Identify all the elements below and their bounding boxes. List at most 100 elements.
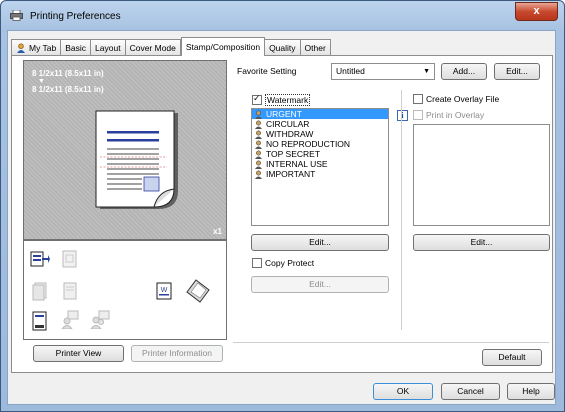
- ok-button[interactable]: OK: [373, 383, 433, 400]
- tab-label: Layout: [95, 42, 121, 53]
- watermark-stamp-icon: [255, 140, 262, 149]
- add-favorite-button[interactable]: Add...: [441, 63, 487, 80]
- button-label: OK: [396, 386, 410, 396]
- watermark-function-icon[interactable]: W: [154, 281, 174, 301]
- print-in-overlay-label: Print in Overlay: [426, 110, 485, 120]
- watermark-stamp-icon: [255, 110, 262, 119]
- tab-strip: My Tab Basic Layout Cover Mode Stamp/Com…: [11, 37, 331, 56]
- watermark-name: WITHDRAW: [266, 129, 314, 139]
- paper-feed-icon[interactable]: [30, 249, 50, 269]
- edit-watermark-button[interactable]: Edit...: [251, 234, 389, 251]
- overlay-function-icon[interactable]: [186, 279, 210, 303]
- favorite-setting-label: Favorite Setting: [237, 66, 297, 76]
- favorite-icon: [17, 43, 25, 53]
- button-label: Edit...: [470, 237, 493, 247]
- button-label: Help: [522, 386, 540, 396]
- copy-protect-label: Copy Protect: [265, 258, 315, 268]
- fold-icon: [63, 282, 77, 300]
- watermark-list-item[interactable]: CIRCULAR: [252, 119, 388, 129]
- tab-cover-mode[interactable]: Cover Mode: [125, 39, 181, 56]
- tab-label: Other: [304, 42, 326, 53]
- account-track-icon: [90, 310, 110, 329]
- watermark-list-item[interactable]: TOP SECRET: [252, 149, 388, 159]
- watermark-list-item[interactable]: NO REPRODUCTION: [252, 139, 388, 149]
- watermark-list-item[interactable]: INTERNAL USE: [252, 159, 388, 169]
- checkbox-box: [252, 258, 262, 268]
- tab-label: Stamp/Composition: [185, 41, 261, 52]
- watermark-label: Watermark: [265, 94, 311, 106]
- button-label: Printer Information: [142, 348, 212, 358]
- watermark-checkbox[interactable]: Watermark: [252, 93, 311, 106]
- watermark-name: CIRCULAR: [266, 119, 310, 129]
- button-label: Edit...: [309, 279, 331, 289]
- watermark-name: INTERNAL USE: [266, 159, 328, 169]
- create-overlay-label: Create Overlay File: [426, 94, 500, 104]
- default-button[interactable]: Default: [482, 349, 542, 366]
- checkbox-box: [252, 93, 262, 105]
- button-label: Add...: [452, 66, 476, 76]
- checkbox-box: [413, 110, 423, 120]
- copy-protect-checkbox[interactable]: Copy Protect: [252, 258, 314, 268]
- tab-label: Quality: [269, 42, 296, 53]
- printer-information-button[interactable]: Printer Information: [131, 345, 223, 362]
- document-preview-icon: [95, 110, 178, 209]
- tab-quality[interactable]: Quality: [265, 39, 301, 56]
- tab-my-tab[interactable]: My Tab: [11, 39, 62, 56]
- tab-label: Cover Mode: [129, 42, 176, 53]
- watermark-name: TOP SECRET: [266, 149, 321, 159]
- button-label: Edit...: [506, 66, 528, 76]
- watermark-list[interactable]: URGENT CIRCULAR WITHDRAW NO REPRODUCTION…: [251, 108, 389, 226]
- cancel-button[interactable]: Cancel: [441, 383, 500, 400]
- booklet-icon[interactable]: [30, 311, 50, 331]
- info-icon[interactable]: i: [397, 110, 408, 121]
- edit-overlay-button[interactable]: Edit...: [413, 234, 550, 251]
- original-paper-size: 8 1/2x11 (8.5x11 in): [32, 69, 104, 78]
- horizontal-divider: [233, 342, 549, 343]
- button-label: Cancel: [457, 386, 484, 396]
- chevron-down-icon: ▼: [423, 68, 430, 75]
- tab-label: My Tab: [29, 42, 57, 53]
- printer-view-button[interactable]: Printer View: [33, 345, 124, 362]
- close-button[interactable]: x: [515, 2, 558, 21]
- title-bar: Printing Preferences x: [1, 1, 564, 31]
- overlay-file-list[interactable]: [413, 124, 550, 226]
- user-auth-icon: [61, 310, 79, 329]
- output-paper-size: 8 1/2x11 (8.5x11 in): [32, 85, 104, 94]
- tab-other[interactable]: Other: [300, 39, 331, 56]
- favorite-setting-value: Untitled: [336, 66, 365, 76]
- button-label: Edit...: [309, 237, 331, 247]
- close-icon: x: [533, 5, 540, 17]
- watermark-list-item[interactable]: URGENT: [252, 109, 388, 119]
- watermark-stamp-icon: [255, 160, 262, 169]
- svg-text:W: W: [161, 287, 168, 294]
- watermark-stamp-icon: [255, 150, 262, 159]
- tab-layout[interactable]: Layout: [91, 39, 126, 56]
- copies-count: x1: [213, 227, 222, 236]
- button-label: Default: [498, 352, 526, 362]
- edit-favorite-button[interactable]: Edit...: [494, 63, 540, 80]
- watermark-list-item[interactable]: WITHDRAW: [252, 129, 388, 139]
- printer-icon: [10, 10, 23, 21]
- print-in-overlay-checkbox[interactable]: Print in Overlay: [413, 110, 484, 120]
- tab-basic[interactable]: Basic: [61, 39, 92, 56]
- staple-icon: [62, 250, 77, 268]
- edit-copy-protect-button[interactable]: Edit...: [251, 276, 389, 293]
- vertical-divider: [401, 90, 402, 330]
- watermark-name: URGENT: [266, 109, 302, 119]
- create-overlay-file-checkbox[interactable]: Create Overlay File: [413, 94, 499, 104]
- function-icon-panel: W: [23, 240, 227, 340]
- punch-icon: [32, 282, 47, 301]
- arrow-down-icon: ▼: [38, 78, 45, 85]
- watermark-stamp-icon: [255, 170, 262, 179]
- watermark-stamp-icon: [255, 120, 262, 129]
- checkbox-box: [413, 94, 423, 104]
- tab-label: Basic: [65, 42, 87, 53]
- watermark-stamp-icon: [255, 130, 262, 139]
- tab-stamp-composition[interactable]: Stamp/Composition: [180, 37, 266, 56]
- help-button[interactable]: Help: [507, 383, 555, 400]
- button-label: Printer View: [55, 348, 102, 358]
- watermark-name: NO REPRODUCTION: [266, 139, 351, 149]
- watermark-name: IMPORTANT: [266, 169, 316, 179]
- watermark-list-item[interactable]: IMPORTANT: [252, 169, 388, 179]
- favorite-setting-select[interactable]: Untitled ▼: [331, 63, 435, 80]
